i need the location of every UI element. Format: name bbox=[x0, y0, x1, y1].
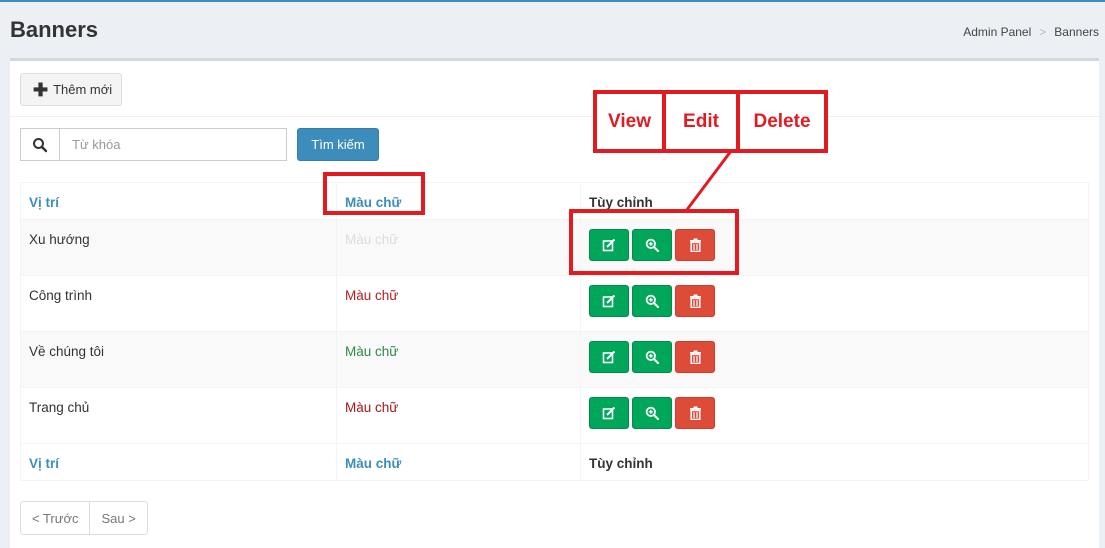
cell-actions bbox=[580, 387, 1089, 444]
cell-actions bbox=[580, 275, 1089, 332]
edit-button[interactable] bbox=[589, 341, 629, 373]
banners-table: Vị trí Màu chữ Tùy chỉnh Xu hướng Màu chữ… bbox=[20, 182, 1089, 481]
color-label: Màu chữ bbox=[345, 400, 399, 415]
trash-icon bbox=[689, 406, 702, 420]
cell-actions bbox=[580, 331, 1089, 388]
add-new-button[interactable]: ✚ Thêm mới bbox=[20, 73, 122, 106]
color-label: Màu chữ bbox=[345, 344, 399, 359]
table-header-row: Vị trí Màu chữ Tùy chỉnh bbox=[20, 182, 1089, 220]
zoom-icon bbox=[645, 294, 659, 308]
prev-page-button[interactable]: < Trước bbox=[20, 501, 91, 535]
delete-button[interactable] bbox=[675, 397, 715, 429]
annotation-delete: Delete bbox=[736, 90, 828, 153]
annotation-edit: Edit bbox=[662, 90, 740, 153]
edit-icon bbox=[602, 406, 616, 420]
cell-text-color: Màu chữ bbox=[336, 275, 581, 332]
cell-text-color: Màu chữ bbox=[336, 331, 581, 388]
position-text: Xu hướng bbox=[29, 232, 90, 247]
position-text: Trang chủ bbox=[29, 400, 90, 415]
content-box: ✚ Thêm mới Tìm kiếm Vị trí Màu chữ Tùy c… bbox=[10, 58, 1099, 548]
annotation-view: View bbox=[593, 90, 666, 153]
breadcrumb-current: Banners bbox=[1054, 25, 1099, 39]
table-footer-row: Vị trí Màu chữ Tùy chỉnh bbox=[20, 443, 1089, 481]
view-button[interactable] bbox=[632, 341, 672, 373]
color-header-highlight bbox=[323, 172, 425, 215]
trash-icon bbox=[689, 294, 702, 308]
position-text: Công trình bbox=[29, 288, 93, 303]
footer-actions: Tùy chỉnh bbox=[580, 443, 1089, 481]
footer-position[interactable]: Vị trí bbox=[20, 443, 337, 481]
table-row: Công trình Màu chữ bbox=[20, 275, 1089, 332]
delete-button[interactable] bbox=[675, 341, 715, 373]
header-position[interactable]: Vị trí bbox=[20, 182, 337, 220]
search-icon bbox=[20, 128, 60, 161]
page-title: Banners bbox=[10, 17, 99, 42]
cell-text-color: Màu chữ bbox=[336, 387, 581, 444]
edit-button[interactable] bbox=[589, 285, 629, 317]
edit-icon bbox=[602, 294, 616, 308]
delete-button[interactable] bbox=[675, 285, 715, 317]
table-row: Xu hướng Màu chữ bbox=[20, 219, 1089, 276]
breadcrumb: Admin Panel > Banners bbox=[963, 25, 1099, 39]
table-row: Về chúng tôi Màu chữ bbox=[20, 331, 1089, 388]
cell-position: Trang chủ bbox=[20, 387, 337, 444]
top-accent-line bbox=[0, 0, 1105, 2]
cell-position: Xu hướng bbox=[20, 219, 337, 276]
position-text: Về chúng tôi bbox=[29, 344, 105, 359]
color-label: Màu chữ bbox=[345, 288, 399, 303]
zoom-icon bbox=[645, 350, 659, 364]
plus-icon: ✚ bbox=[33, 79, 49, 100]
breadcrumb-separator: > bbox=[1039, 25, 1047, 39]
edit-button[interactable] bbox=[589, 397, 629, 429]
cell-position: Về chúng tôi bbox=[20, 331, 337, 388]
action-buttons-highlight bbox=[569, 209, 739, 275]
cell-text-color: Màu chữ bbox=[336, 219, 581, 276]
view-button[interactable] bbox=[632, 397, 672, 429]
edit-icon bbox=[602, 350, 616, 364]
divider bbox=[10, 116, 1099, 117]
search-group bbox=[20, 128, 287, 161]
footer-text-color[interactable]: Màu chữ bbox=[336, 443, 581, 481]
zoom-icon bbox=[645, 406, 659, 420]
search-button[interactable]: Tìm kiếm bbox=[297, 128, 379, 161]
add-new-label: Thêm mới bbox=[53, 82, 113, 97]
search-input[interactable] bbox=[60, 128, 287, 161]
trash-icon bbox=[689, 350, 702, 364]
next-page-button[interactable]: Sau > bbox=[90, 501, 148, 535]
pagination: < Trước Sau > bbox=[20, 501, 148, 535]
table-row: Trang chủ Màu chữ bbox=[20, 387, 1089, 444]
color-label: Màu chữ bbox=[345, 232, 399, 247]
view-button[interactable] bbox=[632, 285, 672, 317]
cell-position: Công trình bbox=[20, 275, 337, 332]
breadcrumb-home[interactable]: Admin Panel bbox=[963, 25, 1031, 39]
